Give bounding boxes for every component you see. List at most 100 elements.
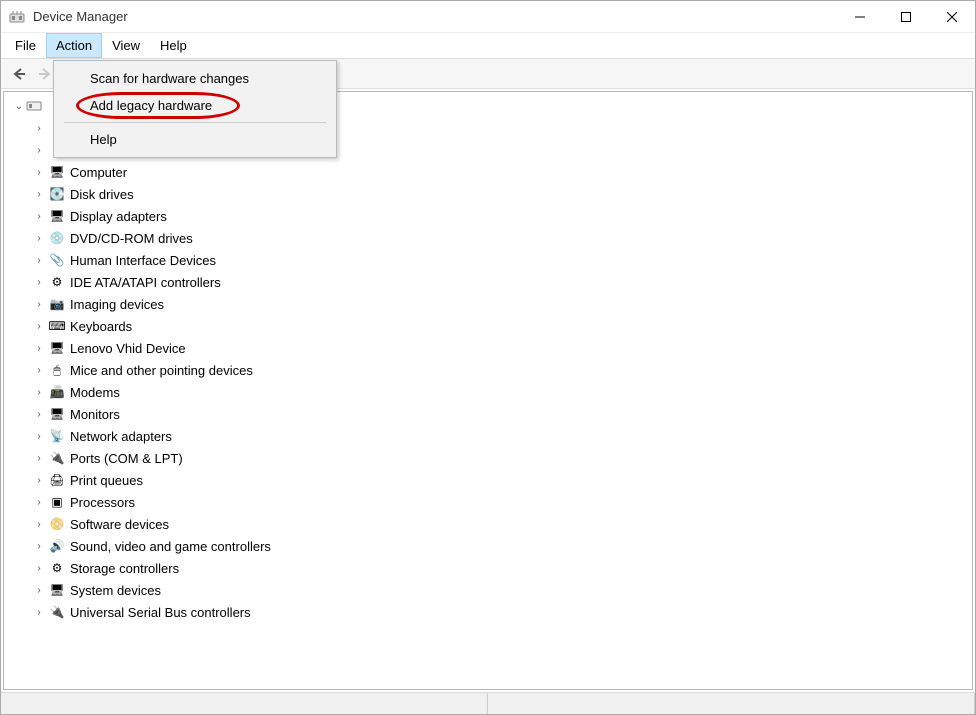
tree-node-label: Computer [70, 165, 127, 180]
chevron-right-icon[interactable]: › [32, 607, 46, 618]
back-button[interactable] [7, 62, 31, 86]
device-category-icon: 📎 [48, 252, 66, 268]
tree-node[interactable]: ›📎 Human Interface Devices [4, 249, 972, 271]
chevron-right-icon[interactable]: › [32, 321, 46, 332]
app-icon [9, 9, 25, 25]
device-category-icon: 🖥 [48, 164, 66, 180]
tree-node[interactable]: ›🖨 Print queues [4, 469, 972, 491]
menubar: File Action View Help [1, 33, 975, 59]
device-category-icon: 🖥 [48, 340, 66, 356]
device-category-icon: ▣ [48, 494, 66, 510]
tree-node[interactable]: ›📷 Imaging devices [4, 293, 972, 315]
tree-node[interactable]: ›▣ Processors [4, 491, 972, 513]
device-category-icon: 📀 [48, 516, 66, 532]
tree-node[interactable]: ›🖥 Monitors [4, 403, 972, 425]
chevron-right-icon[interactable]: › [32, 453, 46, 464]
chevron-down-icon[interactable]: ⌄ [12, 101, 26, 112]
tree-node-label: Human Interface Devices [70, 253, 216, 268]
tree-node[interactable]: ›🖥System devices [4, 579, 972, 601]
device-category-icon: 📷 [48, 296, 66, 312]
device-category-icon: ⌨ [48, 318, 66, 334]
menu-item-scan-hardware[interactable]: Scan for hardware changes [56, 65, 334, 92]
chevron-right-icon[interactable]: › [32, 387, 46, 398]
menu-item-add-legacy-hardware[interactable]: Add legacy hardware [56, 92, 334, 119]
chevron-right-icon[interactable]: › [32, 365, 46, 376]
tree-node[interactable]: ›🖱 Mice and other pointing devices [4, 359, 972, 381]
tree-node[interactable]: ›🖥Lenovo Vhid Device [4, 337, 972, 359]
menu-file[interactable]: File [5, 33, 46, 58]
tree-node[interactable]: ›⌨ Keyboards [4, 315, 972, 337]
tree-node-label: System devices [70, 583, 161, 598]
tree-node-label: Modems [70, 385, 120, 400]
tree-node[interactable]: ›🔊 Sound, video and game controllers [4, 535, 972, 557]
menu-action[interactable]: Action [46, 33, 102, 58]
tree-node-label: IDE ATA/ATAPI controllers [70, 275, 221, 290]
chevron-right-icon[interactable]: › [32, 431, 46, 442]
menu-view[interactable]: View [102, 33, 150, 58]
minimize-button[interactable] [837, 1, 883, 33]
window-title: Device Manager [33, 9, 837, 24]
device-category-icon: 📡 [48, 428, 66, 444]
tree-node[interactable]: ›🖥 Computer [4, 161, 972, 183]
chevron-right-icon[interactable]: › [32, 255, 46, 266]
tree-node-label: Processors [70, 495, 135, 510]
device-category-icon: 🖥 [48, 208, 66, 224]
tree-node-label: Storage controllers [70, 561, 179, 576]
tree-node-label: Mice and other pointing devices [70, 363, 253, 378]
tree-node[interactable]: ›📠 Modems [4, 381, 972, 403]
tree-node[interactable]: ›📀 Software devices [4, 513, 972, 535]
tree-node[interactable]: ›🔌 Ports (COM & LPT) [4, 447, 972, 469]
tree-node-label: Display adapters [70, 209, 167, 224]
tree-node[interactable]: ›💿 DVD/CD-ROM drives [4, 227, 972, 249]
tree-node-label: Keyboards [70, 319, 132, 334]
content-area: ⌄ ›🔋Batteries›ᛒBluetooth›🖥Computer›💽Disk… [3, 91, 973, 690]
computer-icon [26, 97, 42, 116]
device-category-icon: 📠 [48, 384, 66, 400]
device-category-icon: 🔌 [48, 450, 66, 466]
tree-node-label: Software devices [70, 517, 169, 532]
tree-node[interactable]: ›💽Disk drives [4, 183, 972, 205]
chevron-right-icon[interactable]: › [32, 475, 46, 486]
close-button[interactable] [929, 1, 975, 33]
statusbar [1, 692, 975, 714]
chevron-right-icon[interactable]: › [32, 519, 46, 530]
maximize-button[interactable] [883, 1, 929, 33]
device-category-icon: 🖱 [48, 362, 66, 378]
chevron-right-icon[interactable]: › [32, 497, 46, 508]
tree-node-label: Imaging devices [70, 297, 164, 312]
device-category-icon: 💿 [48, 230, 66, 246]
device-category-icon: 🖨 [48, 472, 66, 488]
menu-help[interactable]: Help [150, 33, 197, 58]
tree-node[interactable]: ›🖥 Display adapters [4, 205, 972, 227]
device-category-icon: 💽 [48, 186, 66, 202]
chevron-right-icon[interactable]: › [32, 145, 46, 156]
tree-node-label: DVD/CD-ROM drives [70, 231, 193, 246]
tree-node-label: Print queues [70, 473, 143, 488]
device-category-icon: 🖥 [48, 406, 66, 422]
chevron-right-icon[interactable]: › [32, 541, 46, 552]
device-tree: ⌄ ›🔋Batteries›ᛒBluetooth›🖥Computer›💽Disk… [4, 92, 972, 627]
chevron-right-icon[interactable]: › [32, 189, 46, 200]
tree-node[interactable]: ›🔌Universal Serial Bus controllers [4, 601, 972, 623]
chevron-right-icon[interactable]: › [32, 409, 46, 420]
chevron-right-icon[interactable]: › [32, 233, 46, 244]
menu-item-help[interactable]: Help [56, 126, 334, 153]
tree-node[interactable]: ›⚙IDE ATA/ATAPI controllers [4, 271, 972, 293]
chevron-right-icon[interactable]: › [32, 211, 46, 222]
tree-node-label: Universal Serial Bus controllers [70, 605, 251, 620]
device-category-icon: ⚙ [48, 560, 66, 576]
chevron-right-icon[interactable]: › [32, 563, 46, 574]
tree-node-label: Ports (COM & LPT) [70, 451, 183, 466]
chevron-right-icon[interactable]: › [32, 277, 46, 288]
chevron-right-icon[interactable]: › [32, 299, 46, 310]
device-category-icon: 🔊 [48, 538, 66, 554]
chevron-right-icon[interactable]: › [32, 167, 46, 178]
chevron-right-icon[interactable]: › [32, 123, 46, 134]
chevron-right-icon[interactable]: › [32, 585, 46, 596]
statusbar-pane-1 [1, 693, 488, 714]
tree-node-label: Sound, video and game controllers [70, 539, 271, 554]
tree-node-label: Monitors [70, 407, 120, 422]
tree-node[interactable]: ›📡Network adapters [4, 425, 972, 447]
tree-node[interactable]: ›⚙ Storage controllers [4, 557, 972, 579]
chevron-right-icon[interactable]: › [32, 343, 46, 354]
